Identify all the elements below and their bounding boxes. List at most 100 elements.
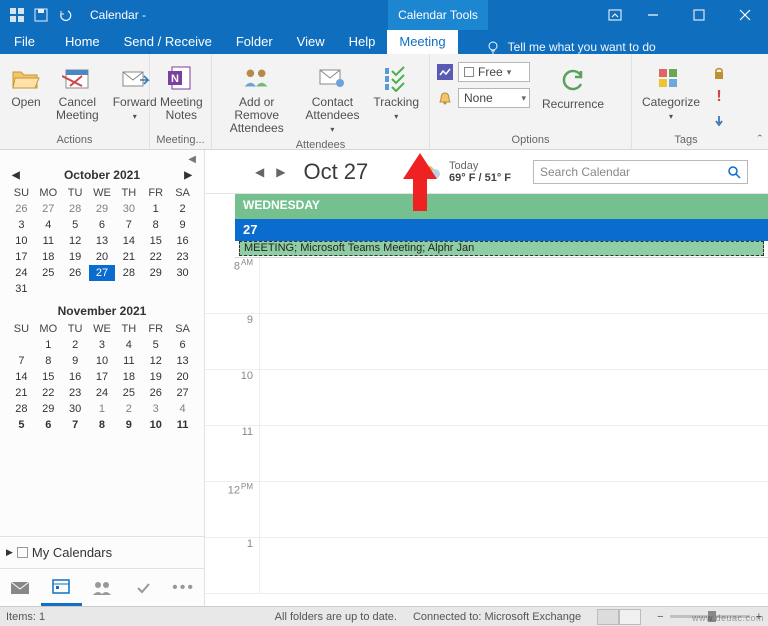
tracking-button[interactable]: Tracking▾ <box>369 60 423 125</box>
app-menu-icon[interactable] <box>8 6 26 24</box>
calendar-day[interactable]: 2 <box>62 337 89 353</box>
low-importance-icon[interactable] <box>710 112 728 130</box>
my-calendars-toggle[interactable]: ▶ My Calendars <box>0 536 204 568</box>
calendar-day[interactable]: 16 <box>169 233 196 249</box>
ribbon-display-options-icon[interactable] <box>600 0 630 30</box>
tab-send-receive[interactable]: Send / Receive <box>112 30 224 54</box>
next-month-icon[interactable]: ▶ <box>180 168 196 183</box>
calendar-day[interactable]: 7 <box>62 417 89 433</box>
calendar-day[interactable]: 27 <box>169 385 196 401</box>
calendar-day[interactable]: 28 <box>8 401 35 417</box>
calendar-day[interactable]: 6 <box>89 217 116 233</box>
calendar-day[interactable]: 19 <box>62 249 89 265</box>
calendar-day[interactable]: 4 <box>169 401 196 417</box>
calendar-day[interactable]: 29 <box>89 201 116 217</box>
calendar-day[interactable]: 2 <box>169 201 196 217</box>
calendar-day[interactable]: 9 <box>62 353 89 369</box>
tab-folder[interactable]: Folder <box>224 30 285 54</box>
calendar-day[interactable]: 26 <box>142 385 169 401</box>
calendar-day[interactable]: 27 <box>35 201 62 217</box>
save-icon[interactable] <box>32 6 50 24</box>
time-row[interactable]: 10 <box>205 370 768 426</box>
mini-calendar-october[interactable]: ◀ October 2021 ▶ SUMOTUWETHFRSA262728293… <box>8 165 196 297</box>
view-toggle[interactable] <box>597 609 641 625</box>
nav-calendar-icon[interactable] <box>41 569 82 606</box>
calendar-day[interactable]: 9 <box>169 217 196 233</box>
cancel-meeting-button[interactable]: Cancel Meeting <box>52 60 103 124</box>
close-button[interactable] <box>722 0 768 30</box>
calendar-day[interactable]: 1 <box>35 337 62 353</box>
calendar-day[interactable]: 11 <box>115 353 142 369</box>
add-remove-attendees-button[interactable]: Add or Remove Attendees <box>218 60 295 137</box>
tab-meeting[interactable]: Meeting <box>387 30 457 54</box>
calendar-day[interactable]: 15 <box>142 233 169 249</box>
calendar-day[interactable]: 16 <box>62 369 89 385</box>
calendar-day[interactable]: 10 <box>89 353 116 369</box>
prev-day-icon[interactable]: ◀ <box>255 165 264 179</box>
maximize-button[interactable] <box>676 0 722 30</box>
calendar-day[interactable]: 8 <box>89 417 116 433</box>
calendar-day[interactable]: 18 <box>115 369 142 385</box>
calendar-day[interactable]: 23 <box>62 385 89 401</box>
tab-view[interactable]: View <box>285 30 337 54</box>
time-grid[interactable]: 8AM9101112PM1 <box>205 258 768 606</box>
allday-event[interactable]: MEETING; Microsoft Teams Meeting; Alphr … <box>239 241 764 256</box>
calendar-day[interactable]: 27 <box>89 265 116 281</box>
calendar-day[interactable]: 4 <box>115 337 142 353</box>
calendar-day[interactable]: 6 <box>169 337 196 353</box>
time-cell[interactable] <box>259 370 768 425</box>
calendar-day[interactable]: 5 <box>142 337 169 353</box>
calendar-day[interactable]: 21 <box>115 249 142 265</box>
time-cell[interactable] <box>259 426 768 481</box>
time-row[interactable]: 9 <box>205 314 768 370</box>
calendar-day[interactable]: 23 <box>169 249 196 265</box>
categorize-button[interactable]: Categorize▾ <box>638 60 704 125</box>
calendar-day[interactable]: 1 <box>89 401 116 417</box>
tell-me-search[interactable]: Tell me what you want to do <box>486 40 656 54</box>
calendar-day[interactable]: 11 <box>35 233 62 249</box>
time-row[interactable]: 11 <box>205 426 768 482</box>
calendar-day[interactable]: 26 <box>8 201 35 217</box>
calendar-day[interactable]: 6 <box>35 417 62 433</box>
calendar-day[interactable]: 17 <box>8 249 35 265</box>
calendar-day[interactable]: 3 <box>142 401 169 417</box>
reminder-combo[interactable]: None ▾ <box>458 88 530 108</box>
calendar-day[interactable]: 15 <box>35 369 62 385</box>
nav-tasks-icon[interactable] <box>122 569 163 606</box>
calendar-day[interactable]: 28 <box>115 265 142 281</box>
calendar-day[interactable]: 10 <box>142 417 169 433</box>
calendar-day[interactable]: 24 <box>89 385 116 401</box>
calendar-day[interactable]: 14 <box>115 233 142 249</box>
nav-more-icon[interactable]: ••• <box>163 569 204 606</box>
time-row[interactable]: 1 <box>205 538 768 594</box>
tab-help[interactable]: Help <box>337 30 388 54</box>
calendar-day[interactable]: 19 <box>142 369 169 385</box>
calendar-day[interactable]: 9 <box>115 417 142 433</box>
calendar-day[interactable]: 2 <box>115 401 142 417</box>
contact-attendees-button[interactable]: Contact Attendees ▾ <box>301 60 363 138</box>
next-day-icon[interactable]: ▶ <box>276 165 285 179</box>
calendar-day[interactable]: 11 <box>169 417 196 433</box>
prev-month-icon[interactable]: ◀ <box>8 168 24 183</box>
calendar-day[interactable]: 13 <box>89 233 116 249</box>
calendar-day[interactable]: 21 <box>8 385 35 401</box>
collapse-sidebar-icon[interactable]: ◀ <box>0 154 204 165</box>
calendar-day[interactable]: 14 <box>8 369 35 385</box>
collapse-ribbon-icon[interactable]: ˆ <box>758 132 762 147</box>
private-icon[interactable] <box>710 64 728 82</box>
high-importance-icon[interactable]: ! <box>710 88 728 106</box>
tab-home[interactable]: Home <box>53 30 112 54</box>
time-cell[interactable] <box>259 314 768 369</box>
calendar-day[interactable]: 22 <box>142 249 169 265</box>
time-row[interactable]: 8AM <box>205 258 768 314</box>
calendar-day[interactable]: 13 <box>169 353 196 369</box>
calendar-day[interactable]: 3 <box>89 337 116 353</box>
calendar-day[interactable]: 28 <box>62 201 89 217</box>
calendar-day[interactable]: 30 <box>169 265 196 281</box>
calendar-day[interactable]: 12 <box>142 353 169 369</box>
calendar-day[interactable]: 22 <box>35 385 62 401</box>
show-as-combo[interactable]: Free ▾ <box>458 62 530 82</box>
calendar-day[interactable]: 29 <box>142 265 169 281</box>
calendar-day[interactable]: 7 <box>8 353 35 369</box>
calendar-day[interactable]: 1 <box>142 201 169 217</box>
